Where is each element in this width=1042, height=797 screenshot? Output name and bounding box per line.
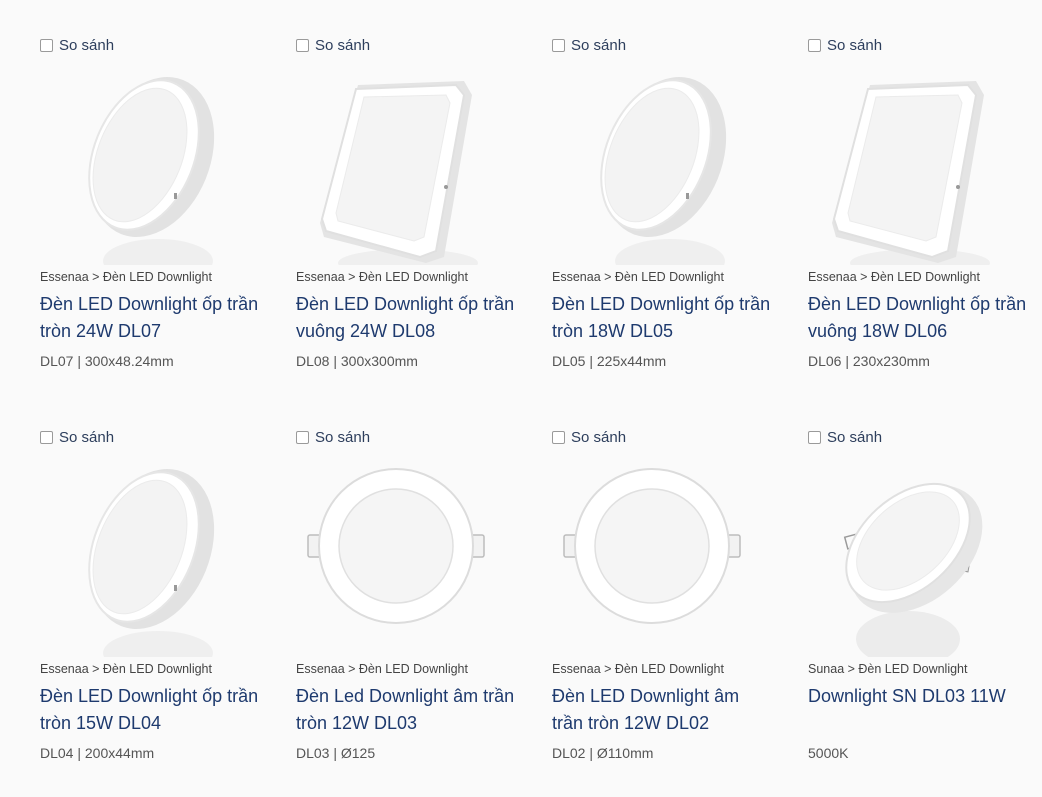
product-title[interactable]: Downlight SN DL03 11W bbox=[808, 683, 1028, 710]
product-title[interactable]: Đèn LED Downlight ốp trần tròn 15W DL04 bbox=[40, 683, 260, 737]
product-image[interactable] bbox=[808, 65, 1028, 265]
compare-checkbox[interactable] bbox=[808, 430, 821, 444]
compare-label: So sánh bbox=[59, 428, 115, 446]
product-spec: DL06 | 230x230mm bbox=[808, 353, 930, 369]
compare-toggle[interactable]: So sánh bbox=[552, 427, 626, 447]
product-title[interactable]: Đèn LED Downlight ốp trần tròn 24W DL07 bbox=[40, 291, 260, 345]
compare-toggle[interactable]: So sánh bbox=[296, 427, 370, 447]
product-spec: DL02 | Ø110mm bbox=[552, 745, 654, 761]
product-spec: DL03 | Ø125 bbox=[296, 745, 376, 761]
compare-checkbox[interactable] bbox=[296, 430, 309, 444]
product-title[interactable]: Đèn LED Downlight âm trần tròn 12W DL02 bbox=[552, 683, 772, 737]
breadcrumb[interactable]: Essenaa > Đèn LED Downlight bbox=[40, 662, 212, 676]
breadcrumb[interactable]: Essenaa > Đèn LED Downlight bbox=[296, 270, 468, 284]
breadcrumb[interactable]: Essenaa > Đèn LED Downlight bbox=[40, 270, 212, 284]
compare-toggle[interactable]: So sánh bbox=[296, 35, 370, 55]
compare-checkbox[interactable] bbox=[40, 38, 53, 52]
compare-toggle[interactable]: So sánh bbox=[808, 427, 882, 447]
product-card[interactable]: So sánh Essenaa > Đèn LED Downlight Đèn … bbox=[40, 35, 280, 405]
compare-label: So sánh bbox=[827, 36, 883, 54]
product-image[interactable] bbox=[296, 65, 516, 265]
compare-label: So sánh bbox=[571, 428, 627, 446]
breadcrumb[interactable]: Essenaa > Đèn LED Downlight bbox=[808, 270, 980, 284]
product-image[interactable] bbox=[552, 65, 772, 265]
product-image[interactable] bbox=[808, 457, 1028, 657]
product-grid: So sánh Essenaa > Đèn LED Downlight Đèn … bbox=[0, 0, 1042, 793]
compare-label: So sánh bbox=[827, 428, 883, 446]
product-card[interactable]: So sánh Essenaa > Đèn LED Downlight Đèn … bbox=[552, 35, 792, 405]
compare-checkbox[interactable] bbox=[296, 38, 309, 52]
breadcrumb[interactable]: Sunaa > Đèn LED Downlight bbox=[808, 662, 967, 676]
product-spec: DL05 | 225x44mm bbox=[552, 353, 667, 369]
breadcrumb[interactable]: Essenaa > Đèn LED Downlight bbox=[552, 270, 724, 284]
product-card[interactable]: So sánh Essenaa > Đèn LED Downlight Đèn … bbox=[552, 427, 792, 797]
product-spec: DL04 | 200x44mm bbox=[40, 745, 155, 761]
product-card[interactable]: So sánh Sunaa > Đèn LED Downlight Downli… bbox=[808, 427, 1042, 797]
compare-toggle[interactable]: So sánh bbox=[40, 35, 114, 55]
product-image[interactable] bbox=[40, 457, 260, 657]
product-card[interactable]: So sánh Essenaa > Đèn LED Downlight Đèn … bbox=[40, 427, 280, 797]
compare-checkbox[interactable] bbox=[40, 430, 53, 444]
breadcrumb[interactable]: Essenaa > Đèn LED Downlight bbox=[552, 662, 724, 676]
product-card[interactable]: So sánh Essenaa > Đèn LED Downlight Đèn … bbox=[296, 427, 536, 797]
product-title[interactable]: Đèn Led Downlight âm trần tròn 12W DL03 bbox=[296, 683, 516, 737]
compare-checkbox[interactable] bbox=[808, 38, 821, 52]
compare-toggle[interactable]: So sánh bbox=[40, 427, 114, 447]
product-title[interactable]: Đèn LED Downlight ốp trần tròn 18W DL05 bbox=[552, 291, 772, 345]
product-card[interactable]: So sánh Essenaa > Đèn LED Downlight Đèn … bbox=[808, 35, 1042, 405]
product-title[interactable]: Đèn LED Downlight ốp trần vuông 18W DL06 bbox=[808, 291, 1028, 345]
product-spec: 5000K bbox=[808, 745, 849, 761]
compare-label: So sánh bbox=[59, 36, 115, 54]
product-spec: DL08 | 300x300mm bbox=[296, 353, 418, 369]
compare-checkbox[interactable] bbox=[552, 38, 565, 52]
product-image[interactable] bbox=[40, 65, 260, 265]
product-spec: DL07 | 300x48.24mm bbox=[40, 353, 174, 369]
product-image[interactable] bbox=[296, 457, 516, 657]
product-image[interactable] bbox=[552, 457, 772, 657]
product-title[interactable]: Đèn LED Downlight ốp trần vuông 24W DL08 bbox=[296, 291, 516, 345]
compare-toggle[interactable]: So sánh bbox=[552, 35, 626, 55]
compare-label: So sánh bbox=[315, 36, 371, 54]
compare-label: So sánh bbox=[315, 428, 371, 446]
breadcrumb[interactable]: Essenaa > Đèn LED Downlight bbox=[296, 662, 468, 676]
compare-label: So sánh bbox=[571, 36, 627, 54]
compare-checkbox[interactable] bbox=[552, 430, 565, 444]
compare-toggle[interactable]: So sánh bbox=[808, 35, 882, 55]
product-card[interactable]: So sánh Essenaa > Đèn LED Downlight Đèn … bbox=[296, 35, 536, 405]
